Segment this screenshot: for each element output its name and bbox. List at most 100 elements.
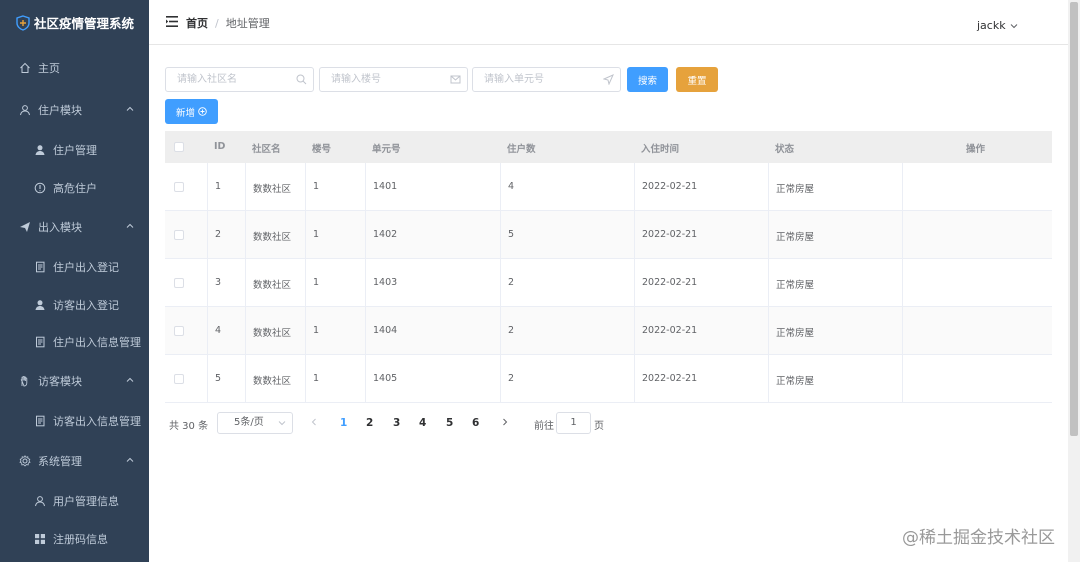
user-menu[interactable]: jackk [977, 19, 1018, 32]
cell-divider [207, 355, 208, 403]
sidebar-item-5[interactable]: 住户出入登记 [0, 247, 149, 286]
sidebar-item-label: 住户模块 [38, 103, 82, 117]
table-body: 1 数数社区 1 1401 4 2022-02-21 正常房屋 2 数数社区 1 1402 5 2022… [165, 163, 1052, 403]
sidebar-item-8[interactable]: 访客模块 [0, 361, 149, 400]
sidebar-item-label: 住户出入登记 [53, 260, 119, 274]
cell-divider [365, 211, 366, 259]
cell-status: 正常房屋 [776, 232, 815, 243]
cell-status: 正常房屋 [776, 328, 815, 339]
building-input[interactable] [320, 68, 467, 91]
col-actions: 操作 [966, 144, 986, 155]
reset-button[interactable]: 重置 [676, 67, 718, 92]
goto-page-input[interactable]: 1 [556, 412, 591, 434]
menu-toggle-icon[interactable] [166, 16, 178, 27]
building-search-field[interactable] [319, 67, 468, 92]
row-checkbox[interactable] [174, 374, 184, 384]
sidebar-item-11[interactable]: 用户管理信息 [0, 481, 149, 520]
cell-divider [207, 211, 208, 259]
chevron-down-icon [1010, 23, 1017, 28]
cell-unit: 1401 [373, 181, 398, 192]
cell-divider [365, 163, 366, 211]
sidebar-item-6[interactable]: 访客出入登记 [0, 285, 149, 324]
sidebar-item-1[interactable]: 住户模块 [0, 90, 149, 129]
cell-unit: 1403 [373, 277, 398, 288]
cell-divider [768, 211, 769, 259]
row-checkbox[interactable] [174, 326, 184, 336]
page-6[interactable]: 6 [472, 417, 479, 429]
cell-community: 数数社区 [253, 232, 292, 243]
community-search-field[interactable] [165, 67, 314, 92]
scrollbar-thumb[interactable] [1070, 2, 1078, 436]
user-icon [33, 494, 47, 508]
cell-households: 2 [508, 277, 515, 288]
page-scrollbar[interactable] [1068, 0, 1080, 562]
document-icon [33, 260, 47, 274]
sidebar-item-12[interactable]: 注册码信息 [0, 519, 149, 558]
cell-divider [634, 355, 635, 403]
unit-input[interactable] [473, 68, 620, 91]
app-title: 社区疫情管理系统 [34, 16, 135, 31]
sidebar-item-9[interactable]: 访客出入信息管理 [0, 401, 149, 440]
page-3[interactable]: 3 [393, 417, 400, 429]
gear-icon [18, 454, 32, 468]
add-button[interactable]: 新增 [165, 99, 218, 124]
unit-search-field[interactable] [472, 67, 621, 92]
sidebar-item-label: 访客出入信息管理 [53, 414, 141, 428]
table-row[interactable]: 4 数数社区 1 1404 2 2022-02-21 正常房屋 [165, 307, 1052, 355]
page-1[interactable]: 1 [340, 417, 347, 429]
cell-divider [500, 355, 501, 403]
page-4[interactable]: 4 [419, 417, 426, 429]
sidebar-item-2[interactable]: 住户管理 [0, 130, 149, 169]
select-all-checkbox[interactable] [174, 142, 184, 152]
person-filled-icon [33, 298, 47, 312]
prev-page-icon[interactable] [310, 418, 318, 426]
sidebar-item-7[interactable]: 住户出入信息管理 [0, 322, 149, 361]
cell-divider [634, 259, 635, 307]
add-button-label: 新增 [175, 107, 195, 119]
cell-divider [634, 163, 635, 211]
cell-divider [500, 307, 501, 355]
sidebar: 社区疫情管理系统 主页住户模块住户管理 高危住户 出入模块住户出入登记访客出入登记住… [0, 0, 149, 562]
cell-divider [768, 259, 769, 307]
next-page-icon[interactable] [501, 418, 509, 426]
watermark: @稀土掘金技术社区 [902, 528, 1055, 548]
row-checkbox[interactable] [174, 278, 184, 288]
sidebar-item-0[interactable]: 主页 [0, 48, 149, 87]
page-2[interactable]: 2 [366, 417, 373, 429]
sidebar-item-10[interactable]: 系统管理 [0, 441, 149, 480]
table-row[interactable]: 1 数数社区 1 1401 4 2022-02-21 正常房屋 [165, 163, 1052, 211]
community-input[interactable] [166, 68, 313, 91]
pagination: 共 30 条 5条/页 1 2 3 4 5 6 前往 1 页 [165, 412, 625, 434]
cell-divider [500, 259, 501, 307]
goto-label: 前往 [534, 421, 554, 432]
row-checkbox[interactable] [174, 182, 184, 192]
page-size-select[interactable]: 5条/页 [217, 412, 293, 434]
top-header: 首页 / 地址管理 jackk [149, 0, 1068, 45]
cell-id: 2 [215, 229, 222, 240]
sidebar-item-3[interactable]: 高危住户 [0, 168, 149, 207]
person-filled-icon [33, 143, 47, 157]
cell-divider [634, 307, 635, 355]
breadcrumb-home[interactable]: 首页 [186, 15, 208, 31]
cell-divider [245, 163, 246, 211]
sidebar-item-4[interactable]: 出入模块 [0, 207, 149, 246]
cell-divider [305, 307, 306, 355]
cell-unit: 1404 [373, 325, 398, 336]
table-row[interactable]: 5 数数社区 1 1405 2 2022-02-21 正常房屋 [165, 355, 1052, 403]
sidebar-item-label: 访客模块 [38, 374, 82, 388]
page-unit-label: 页 [594, 421, 604, 432]
cell-divider [207, 163, 208, 211]
page-5[interactable]: 5 [446, 417, 453, 429]
cell-divider [768, 307, 769, 355]
search-button[interactable]: 搜索 [627, 67, 668, 92]
cell-divider [365, 355, 366, 403]
row-checkbox[interactable] [174, 230, 184, 240]
table-row[interactable]: 2 数数社区 1 1402 5 2022-02-21 正常房屋 [165, 211, 1052, 259]
cell-building: 1 [313, 277, 320, 288]
cell-divider [305, 211, 306, 259]
chevron-up-icon [125, 104, 135, 114]
cell-status: 正常房屋 [776, 376, 815, 387]
cell-date: 2022-02-21 [642, 325, 698, 336]
table-row[interactable]: 3 数数社区 1 1403 2 2022-02-21 正常房屋 [165, 259, 1052, 307]
send-icon [18, 220, 32, 234]
